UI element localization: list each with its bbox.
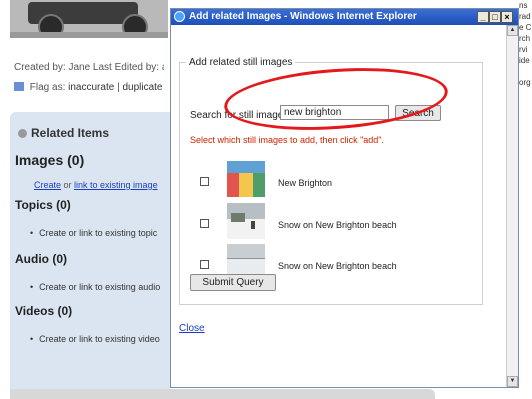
vertical-scrollbar[interactable]: ▲ ▼ <box>506 25 518 387</box>
ie-logo-icon <box>174 11 185 22</box>
thumb-sky <box>227 244 265 258</box>
audio-section-title: Audio (0) <box>15 252 67 266</box>
result-row: New Brighton <box>200 161 460 201</box>
thumb-horizon <box>227 258 265 259</box>
flag-bar: Flag as: inaccurate | duplicate | in <box>14 82 164 93</box>
scroll-up-icon[interactable]: ▲ <box>507 25 518 36</box>
result-checkbox[interactable] <box>200 177 209 186</box>
flag-inaccurate-link[interactable]: inaccurate <box>68 82 114 93</box>
thumb-figure <box>251 221 255 229</box>
thumb-sky <box>227 161 265 173</box>
search-button[interactable]: Search <box>395 105 441 121</box>
pier-thumbnail[interactable] <box>227 161 265 197</box>
thumb-block <box>253 173 265 197</box>
result-row: Snow on New Brighton beach <box>200 203 460 243</box>
images-section-title: Images (0) <box>15 152 85 168</box>
minimize-button[interactable]: _ <box>477 11 489 23</box>
flag-duplicate-link[interactable]: duplicate <box>122 82 162 93</box>
window-titlebar[interactable]: Add related Images - Windows Internet Ex… <box>171 9 518 25</box>
snow-beach-thumbnail[interactable] <box>227 203 265 239</box>
expand-icon[interactable] <box>18 129 27 138</box>
credits-text: Created by: Jane Last Edited by: admi <box>14 62 164 73</box>
search-label: Search for still images: <box>190 110 292 121</box>
result-label: Snow on New Brighton beach <box>278 220 397 230</box>
photo-ground <box>10 32 168 38</box>
strip-line: e C <box>519 23 532 32</box>
result-checkbox[interactable] <box>200 219 209 228</box>
related-items-panel: Related Items Images (0) Create or link … <box>10 112 170 389</box>
dialog-content: Add related still images Search for stil… <box>171 25 506 387</box>
related-items-header[interactable]: Related Items <box>18 126 109 140</box>
strip-line: rvi <box>519 45 528 54</box>
close-window-button[interactable]: × <box>501 11 513 23</box>
instructions-text: Select which still images to add, then c… <box>190 135 384 145</box>
thumb-trees <box>231 213 245 222</box>
strip-line <box>519 66 532 77</box>
thumb-block <box>227 173 239 197</box>
link-existing-image-link[interactable]: link to existing image <box>74 180 158 190</box>
strip-line: org <box>519 78 531 87</box>
flag-separator: | <box>117 82 120 93</box>
thumb-block <box>239 173 253 197</box>
strip-line: ns <box>519 1 528 10</box>
strip-line: rad <box>519 12 531 21</box>
thumb-snow <box>227 219 265 239</box>
flag-icon <box>14 82 24 91</box>
or-text: or <box>61 180 75 190</box>
search-input[interactable] <box>280 105 389 120</box>
background-right-strip: ns rad e C rch rvi ide org <box>519 0 532 399</box>
images-create-line: Create or link to existing image <box>34 180 158 190</box>
window-title: Add related Images - Windows Internet Ex… <box>189 11 417 22</box>
maximize-button[interactable]: □ <box>489 11 501 23</box>
result-label: Snow on New Brighton beach <box>278 261 397 271</box>
topics-section-title: Topics (0) <box>15 198 71 212</box>
close-link[interactable]: Close <box>179 323 205 334</box>
strip-line: rch <box>519 34 531 43</box>
create-image-link[interactable]: Create <box>34 180 61 190</box>
result-label: New Brighton <box>278 178 333 188</box>
related-items-title: Related Items <box>31 126 110 140</box>
vintage-car-photo <box>10 0 168 38</box>
videos-section-title: Videos (0) <box>15 304 73 318</box>
ie-popup-window: Add related Images - Windows Internet Ex… <box>170 8 519 388</box>
submit-query-button[interactable]: Submit Query <box>190 274 276 291</box>
fieldset-legend: Add related still images <box>189 57 293 68</box>
audio-create-item[interactable]: Create or link to existing audio <box>30 282 160 292</box>
topics-create-item[interactable]: Create or link to existing topic <box>30 228 157 238</box>
flag-label: Flag as: <box>29 82 66 93</box>
scroll-down-icon[interactable]: ▼ <box>507 376 518 387</box>
strip-line: ide <box>519 56 530 65</box>
background-bottom-bar <box>10 389 435 399</box>
result-checkbox[interactable] <box>200 260 209 269</box>
videos-create-item[interactable]: Create or link to existing video <box>30 334 160 344</box>
